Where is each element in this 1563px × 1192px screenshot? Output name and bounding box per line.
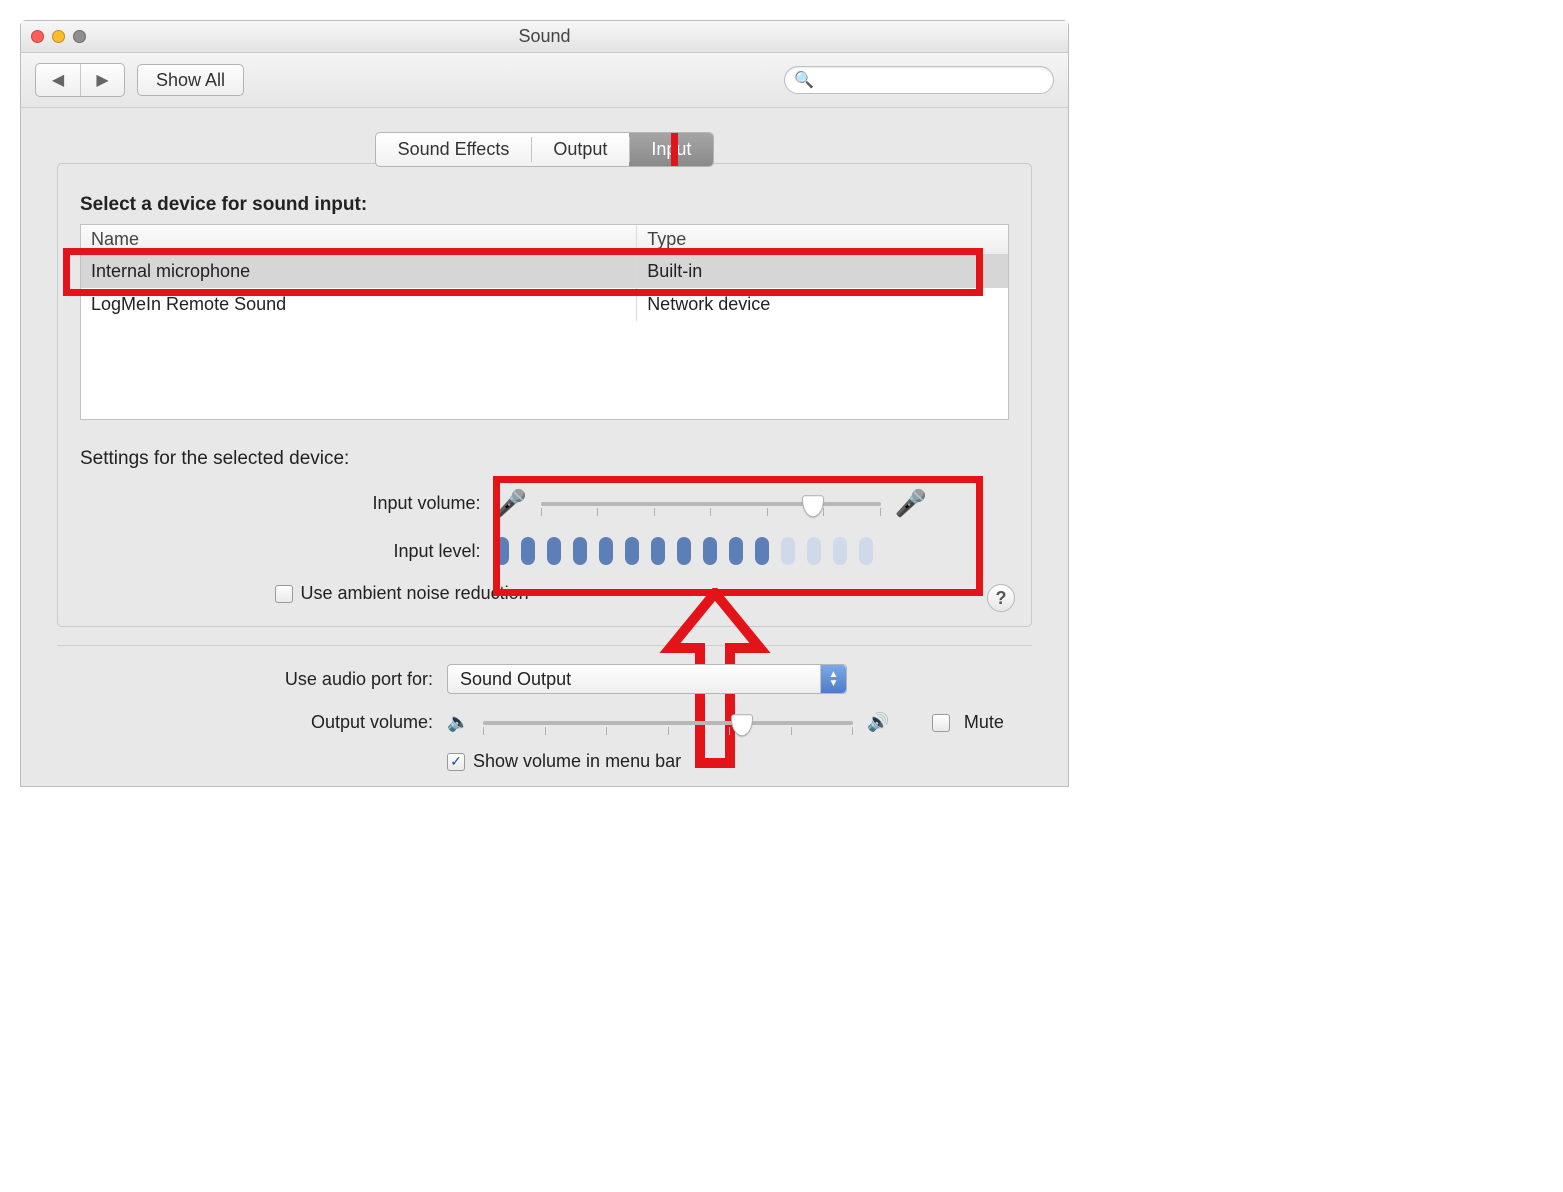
mute-checkbox[interactable] bbox=[932, 714, 950, 732]
device-table: Name Type Internal microphone Built-in L… bbox=[80, 224, 1009, 420]
input-level-label: Input level: bbox=[95, 541, 495, 562]
toolbar: ◀ ▶ Show All 🔍 bbox=[21, 53, 1068, 108]
section-title: Select a device for sound input: bbox=[80, 194, 1009, 216]
forward-button[interactable]: ▶ bbox=[80, 64, 124, 96]
search-input[interactable] bbox=[784, 66, 1054, 94]
settings-label: Settings for the selected device: bbox=[80, 448, 1009, 470]
help-button[interactable]: ? bbox=[987, 584, 1015, 612]
mute-label: Mute bbox=[964, 712, 1004, 733]
tab-sound-effects[interactable]: Sound Effects bbox=[376, 133, 532, 166]
device-name: Internal microphone bbox=[81, 255, 637, 288]
tab-input[interactable]: Input bbox=[629, 133, 713, 166]
show-volume-menubar-label: Show volume in menu bar bbox=[473, 751, 681, 772]
back-button[interactable]: ◀ bbox=[36, 64, 80, 96]
audio-port-label: Use audio port for: bbox=[57, 669, 447, 690]
device-type: Built-in bbox=[637, 255, 1008, 288]
show-volume-menubar-checkbox[interactable]: ✓ bbox=[447, 753, 465, 771]
input-volume-slider[interactable] bbox=[541, 494, 881, 514]
table-row[interactable]: LogMeIn Remote Sound Network device bbox=[81, 288, 1008, 321]
input-panel: Select a device for sound input: Name Ty… bbox=[57, 163, 1032, 627]
audio-port-value: Sound Output bbox=[460, 669, 571, 690]
ambient-noise-checkbox[interactable] bbox=[275, 585, 293, 603]
input-volume-label: Input volume: bbox=[95, 493, 495, 514]
device-type: Network device bbox=[637, 288, 1008, 321]
window-title: Sound bbox=[21, 26, 1068, 47]
sound-preferences-window: Sound ◀ ▶ Show All 🔍 Sound Effects Outpu… bbox=[20, 20, 1069, 787]
device-name: LogMeIn Remote Sound bbox=[81, 288, 637, 321]
microphone-low-icon: 🎤 bbox=[495, 488, 527, 519]
microphone-high-icon: 🎤 bbox=[895, 488, 927, 519]
input-level-meter bbox=[495, 537, 873, 565]
tab-output[interactable]: Output bbox=[531, 133, 629, 166]
tab-group: Sound Effects Output Input bbox=[375, 132, 715, 167]
speaker-low-icon: 🔈 bbox=[447, 712, 469, 733]
column-header-type[interactable]: Type bbox=[637, 225, 1008, 254]
table-row[interactable]: Internal microphone Built-in bbox=[81, 255, 1008, 288]
show-all-button[interactable]: Show All bbox=[137, 64, 244, 96]
titlebar: Sound bbox=[21, 21, 1068, 53]
stepper-arrows-icon: ▲▼ bbox=[820, 665, 846, 693]
audio-port-select[interactable]: Sound Output ▲▼ bbox=[447, 664, 847, 694]
ambient-noise-label: Use ambient noise reduction bbox=[301, 583, 529, 604]
column-header-name[interactable]: Name bbox=[81, 225, 637, 254]
speaker-high-icon: 🔊 bbox=[867, 712, 889, 733]
output-volume-label: Output volume: bbox=[57, 712, 447, 733]
output-volume-slider[interactable] bbox=[483, 713, 853, 733]
